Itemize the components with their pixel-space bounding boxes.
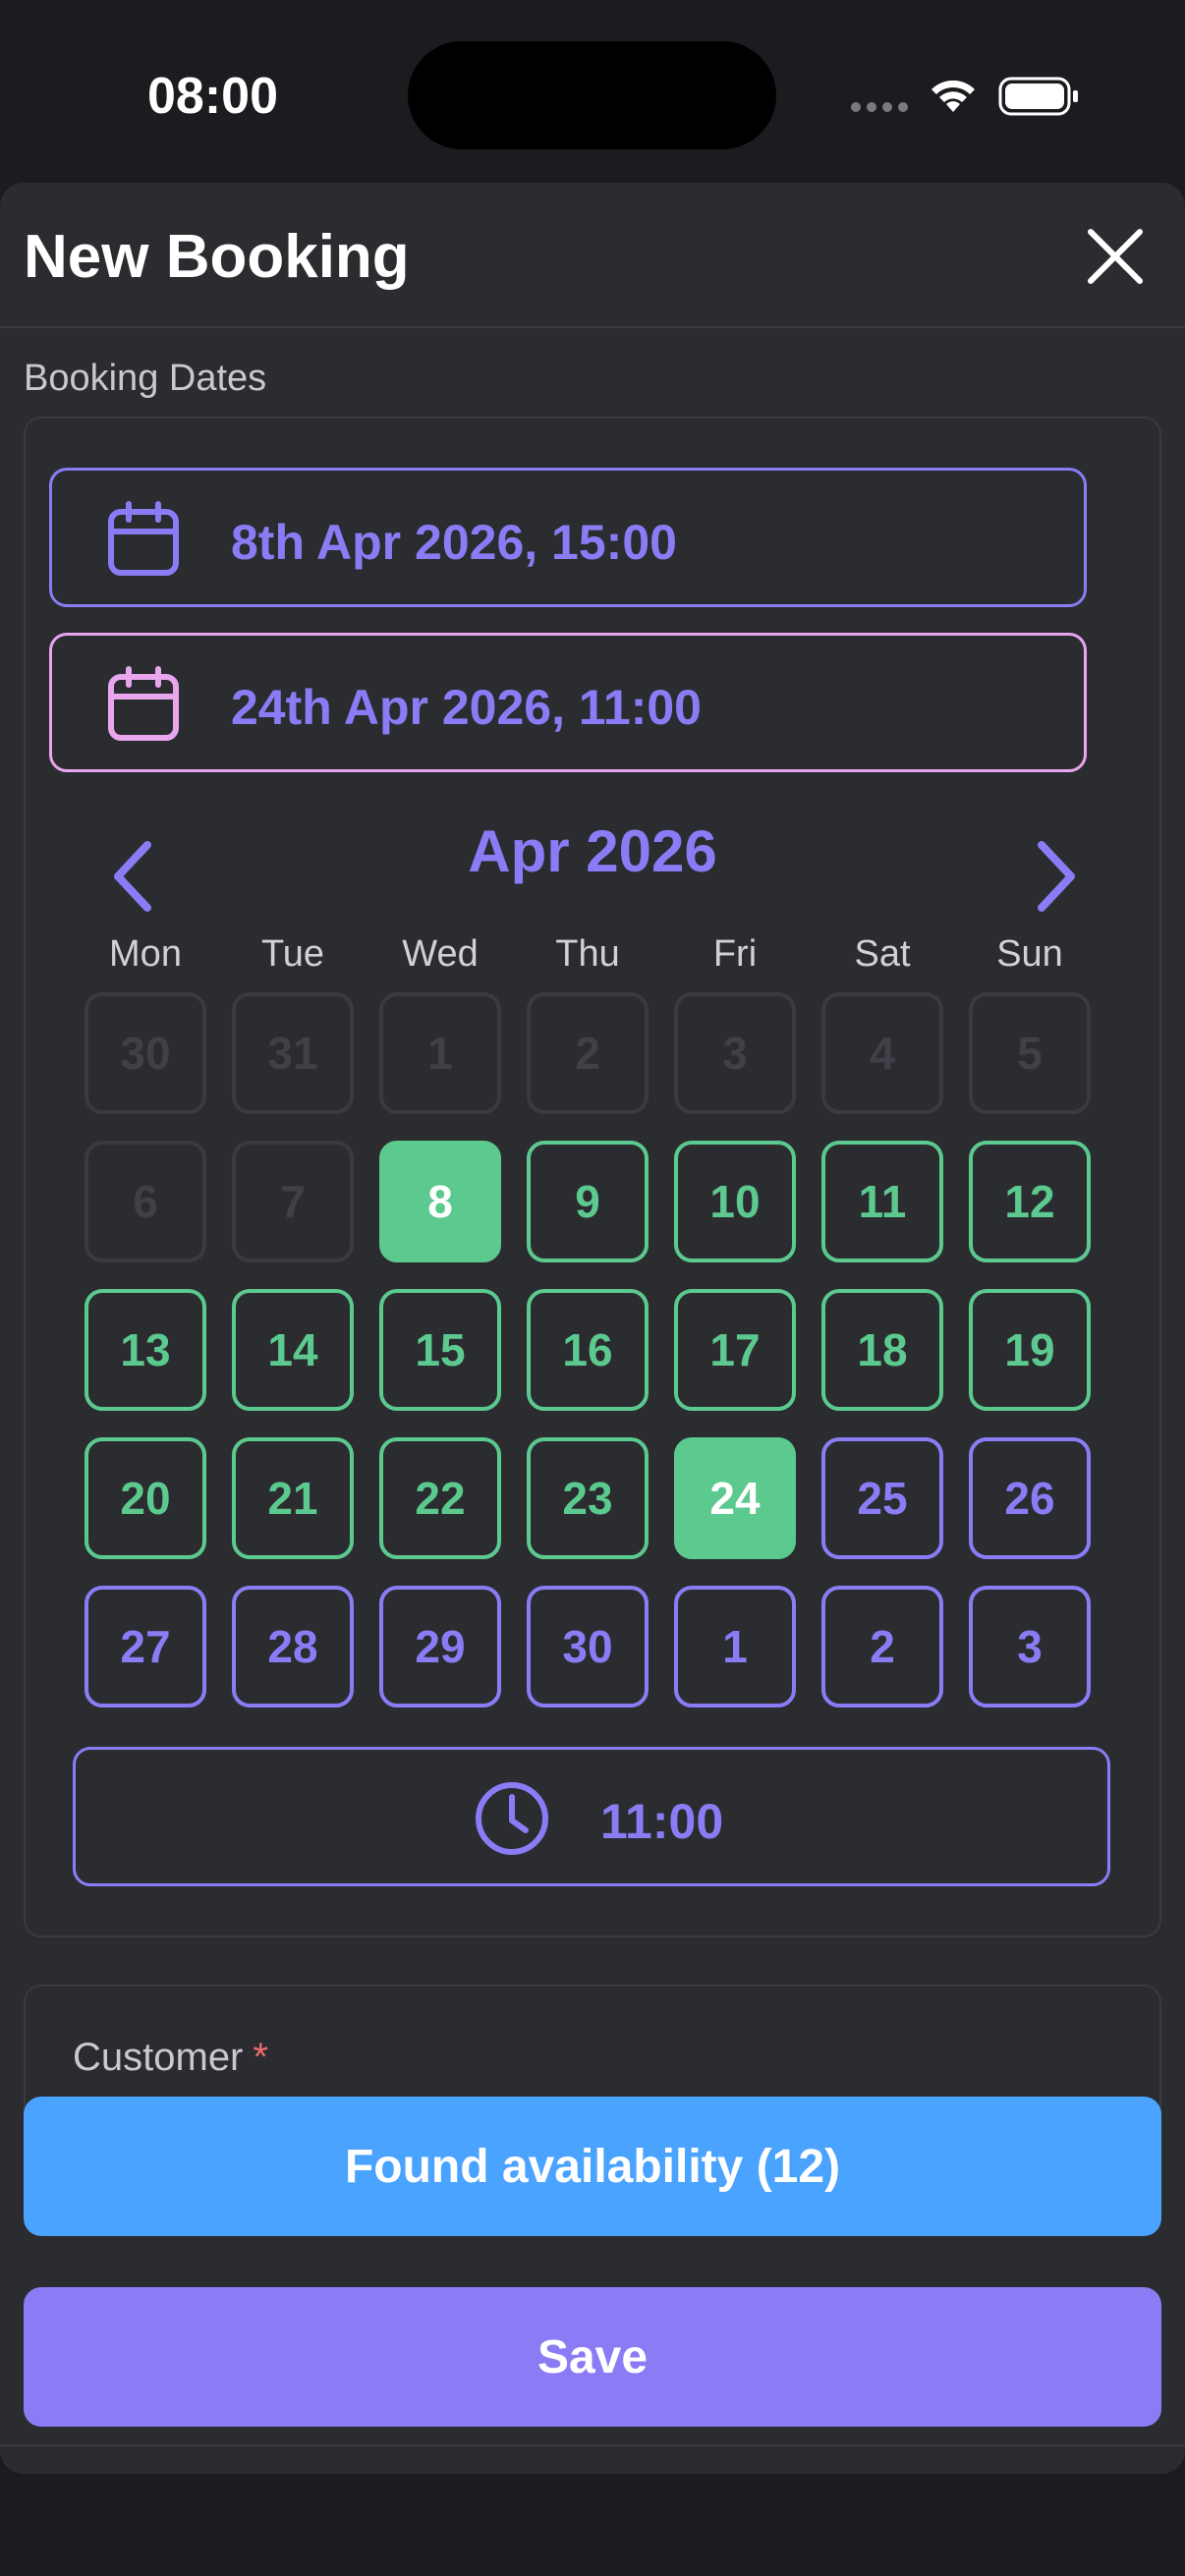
calendar-day[interactable]: 1 [674,1586,796,1708]
signal-icon [851,102,908,112]
calendar-day[interactable]: 16 [527,1289,649,1411]
start-date-field[interactable]: 8th Apr 2026, 15:00 [49,468,1087,607]
weekday-label: Sat [854,933,911,975]
header-divider [0,326,1185,328]
calendar-day[interactable]: 27 [85,1586,206,1708]
calendar-day: 6 [85,1141,206,1262]
close-icon[interactable] [1081,222,1150,291]
calendar-day: 4 [821,992,943,1114]
page-title: New Booking [24,223,410,291]
calendar-day[interactable]: 15 [379,1289,501,1411]
calendar-day: 30 [85,992,206,1114]
status-bar: 08:00 [0,0,1185,187]
wifi-icon [931,80,975,112]
customer-label: Customer * [73,2036,268,2080]
calendar-day[interactable]: 10 [674,1141,796,1262]
clock-icon [476,1782,548,1855]
calendar-day[interactable]: 8 [379,1141,501,1262]
calendar-day: 2 [527,992,649,1114]
weekday-label: Wed [402,933,479,975]
calendar-day[interactable]: 17 [674,1289,796,1411]
dynamic-island [408,41,776,149]
battery-icon [998,77,1078,116]
calendar-day[interactable]: 25 [821,1437,943,1559]
calendar-day[interactable]: 22 [379,1437,501,1559]
weekday-label: Thu [555,933,620,975]
time-field[interactable]: 11:00 [73,1747,1110,1886]
calendar-icon [108,666,179,741]
calendar-day[interactable]: 23 [527,1437,649,1559]
calendar-day[interactable]: 24 [674,1437,796,1559]
weekday-label: Fri [712,933,758,975]
status-time: 08:00 [147,68,278,125]
calendar-day: 31 [232,992,354,1114]
calendar-day[interactable]: 20 [85,1437,206,1559]
end-date-text: 24th Apr 2026, 11:00 [231,680,702,735]
start-date-text: 8th Apr 2026, 15:00 [231,515,677,570]
month-navigation: Apr 2026 [24,817,1161,916]
calendar-icon [108,501,179,576]
weekday-label: Tue [260,933,325,975]
calendar-day[interactable]: 26 [969,1437,1091,1559]
required-mark: * [253,2036,268,2079]
month-title: Apr 2026 [468,818,717,884]
calendar-day[interactable]: 12 [969,1141,1091,1262]
calendar-day[interactable]: 9 [527,1141,649,1262]
calendar-day[interactable]: 21 [232,1437,354,1559]
time-text: 11:00 [600,1794,724,1849]
calendar-day[interactable]: 19 [969,1289,1091,1411]
save-button[interactable]: Save [24,2287,1161,2427]
calendar-day: 5 [969,992,1091,1114]
calendar-day: 3 [674,992,796,1114]
calendar-day[interactable]: 13 [85,1289,206,1411]
booking-dates-label: Booking Dates [24,358,267,399]
calendar-day[interactable]: 18 [821,1289,943,1411]
calendar-day: 7 [232,1141,354,1262]
weekday-label: Mon [109,933,182,975]
calendar-day[interactable]: 3 [969,1586,1091,1708]
calendar-day[interactable]: 14 [232,1289,354,1411]
calendar-day[interactable]: 2 [821,1586,943,1708]
calendar-day[interactable]: 30 [527,1586,649,1708]
calendar-day[interactable]: 28 [232,1586,354,1708]
chevron-right-icon[interactable] [1026,837,1085,916]
weekday-label: Sun [996,933,1063,975]
calendar-day[interactable]: 11 [821,1141,943,1262]
end-date-field[interactable]: 24th Apr 2026, 11:00 [49,633,1087,772]
calendar-day: 1 [379,992,501,1114]
footer-divider [0,2444,1185,2446]
found-availability-button[interactable]: Found availability (12) [24,2097,1161,2236]
calendar-day[interactable]: 29 [379,1586,501,1708]
customer-label-text: Customer [73,2036,244,2079]
